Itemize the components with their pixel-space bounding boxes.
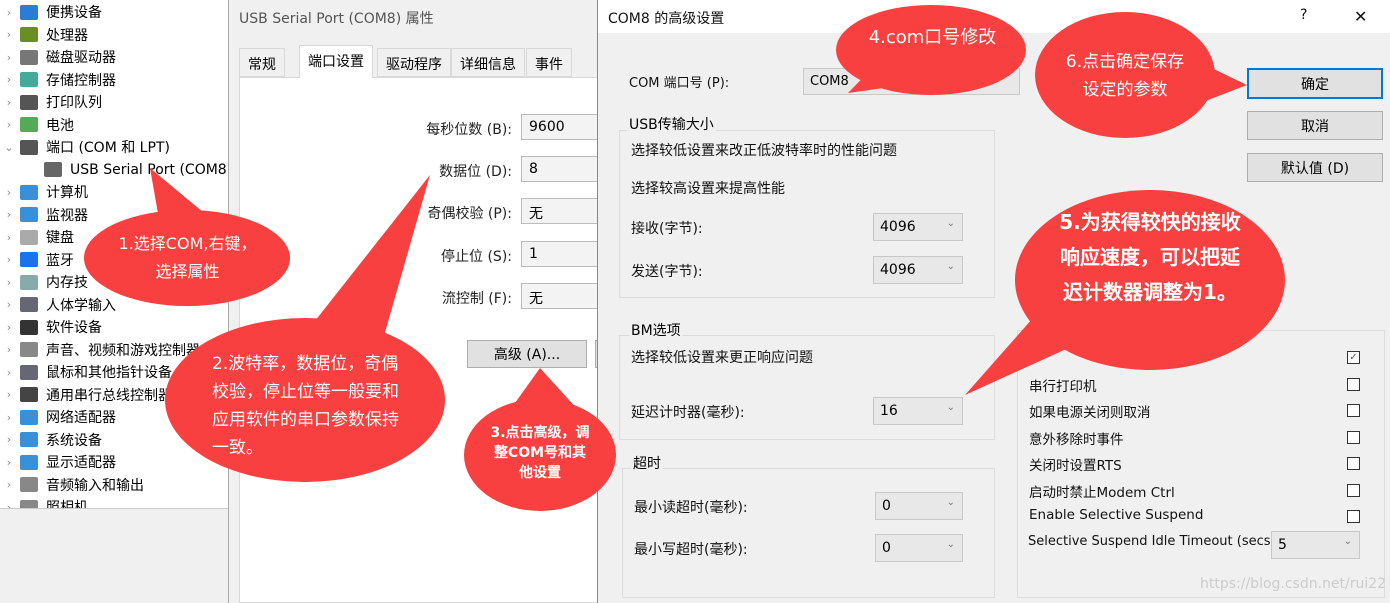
callout-1-text: 1.选择COM,右键，选择属性 (118, 234, 257, 281)
callout-5-text: 5.为获得较快的接收响应速度，可以把延迟计数器调整为1。 (1059, 210, 1241, 304)
callout-2-text: 2.波特率，数据位，奇偶校验，停止位等一般要和应用软件的串口参数保持一致。 (212, 354, 399, 458)
callout-4-text: 4.com口号修改 (868, 27, 997, 48)
callout-3-text: 3.点击高级，调整COM号和其他设置 (490, 425, 590, 481)
callout-6-text: 6.点击确定保存设定的参数 (1065, 52, 1185, 100)
